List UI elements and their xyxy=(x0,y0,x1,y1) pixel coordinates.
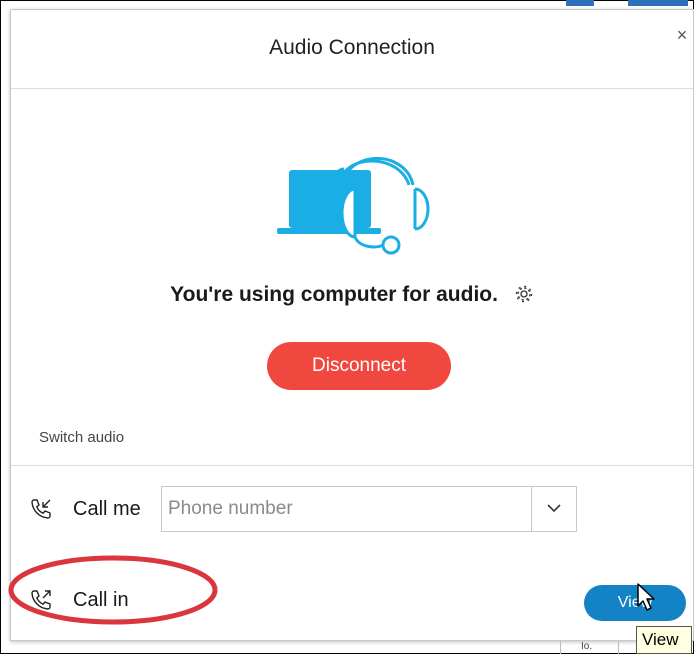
incoming-call-icon xyxy=(31,499,51,519)
annotation-highlight-ellipse xyxy=(8,555,218,625)
phone-number-input[interactable] xyxy=(161,486,531,532)
audio-status-text: You're using computer for audio. xyxy=(170,283,498,306)
switch-audio-label: Switch audio xyxy=(39,429,125,446)
country-code-dropdown[interactable] xyxy=(531,486,577,532)
chevron-down-icon xyxy=(547,504,561,513)
background-divider-fragment xyxy=(618,641,635,654)
gear-icon[interactable] xyxy=(514,284,534,304)
disconnect-button[interactable]: Disconnect xyxy=(267,342,451,390)
section-divider xyxy=(11,465,693,466)
view-button[interactable]: View xyxy=(584,585,686,621)
background-toolbar-piece xyxy=(628,0,688,6)
audio-connection-dialog: Audio Connection × You're using computer… xyxy=(10,9,694,641)
close-icon[interactable]: × xyxy=(673,26,691,44)
call-me-row: Call me xyxy=(11,486,693,534)
dialog-title: Audio Connection xyxy=(269,36,435,59)
call-me-label: Call me xyxy=(73,498,141,520)
view-tooltip: View xyxy=(636,626,692,654)
dialog-title-bar: Audio Connection × xyxy=(11,10,693,89)
mouse-pointer-icon xyxy=(637,583,655,611)
background-toolbar-piece xyxy=(566,0,594,6)
computer-audio-illustration-icon xyxy=(277,156,430,255)
audio-status: You're using computer for audio. xyxy=(11,283,693,307)
background-text-fragment: Io. xyxy=(560,641,621,654)
